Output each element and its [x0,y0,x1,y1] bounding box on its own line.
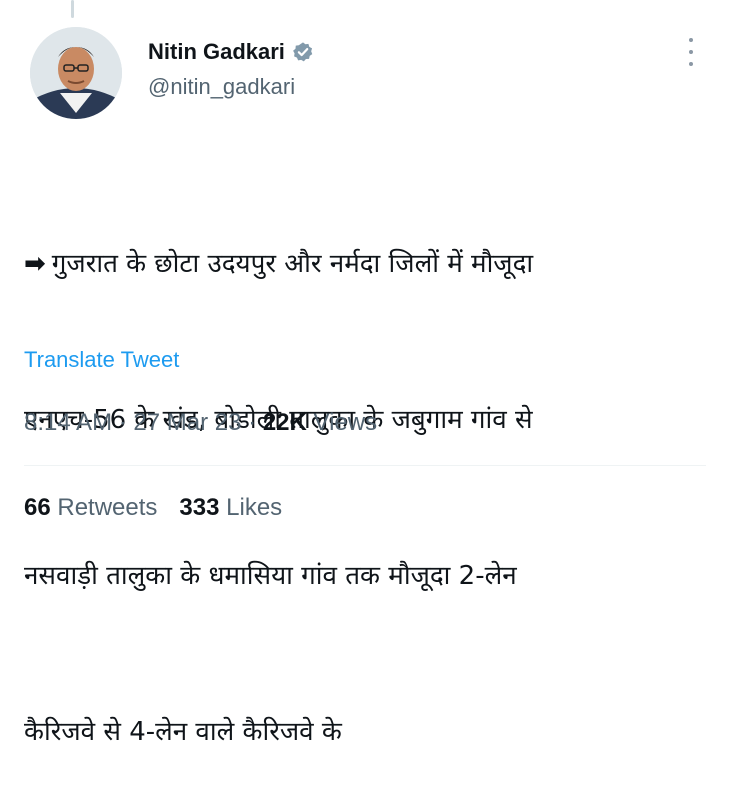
likes-stat[interactable]: 333 Likes [179,494,282,522]
views-count: 22K [262,409,307,436]
author-name[interactable]: Nitin Gadkari [148,39,285,65]
avatar-photo [30,27,122,119]
tweet-date[interactable]: 27 Mar 23 [133,409,241,436]
more-options-icon[interactable] [684,38,698,66]
verified-badge-icon[interactable] [292,41,314,63]
divider [24,465,706,466]
thread-connector-line [71,0,74,18]
likes-count: 333 [179,494,220,521]
author-handle[interactable]: @nitin_gadkari [148,74,314,100]
tweet-meta: 8:14 AM · 27 Mar 23 · 22K Views [24,409,377,437]
views-label: Views [313,409,378,436]
meta-separator: · [118,409,134,436]
avatar[interactable] [30,27,122,119]
tweet-time[interactable]: 8:14 AM [24,409,112,436]
translate-tweet-link[interactable]: Translate Tweet [24,347,179,373]
right-arrow-icon: ➡ [24,249,46,279]
meta-separator: · [248,409,263,436]
likes-label: Likes [226,494,283,521]
tweet-author: Nitin Gadkari @nitin_gadkari [148,36,314,100]
tweet-text-line: कैरिजवे से 4-लेन वाले कैरिजवे के [24,717,342,747]
retweets-stat[interactable]: 66 Retweets [24,494,157,522]
tweet-text-line: ➡ गुजरात के छोटा उदयपुर और नर्मदा जिलों म… [24,249,534,279]
author-name-row: Nitin Gadkari [148,36,314,68]
engagement-stats: 66 Retweets 333 Likes [24,494,282,522]
tweet-text: ➡ गुजरात के छोटा उदयपुर और नर्मदा जिलों म… [24,134,714,810]
retweets-label: Retweets [57,494,158,521]
retweets-count: 66 [24,494,51,521]
tweet-text-line: नसवाड़ी तालुका के धमासिया गांव तक मौजूदा… [24,561,517,591]
